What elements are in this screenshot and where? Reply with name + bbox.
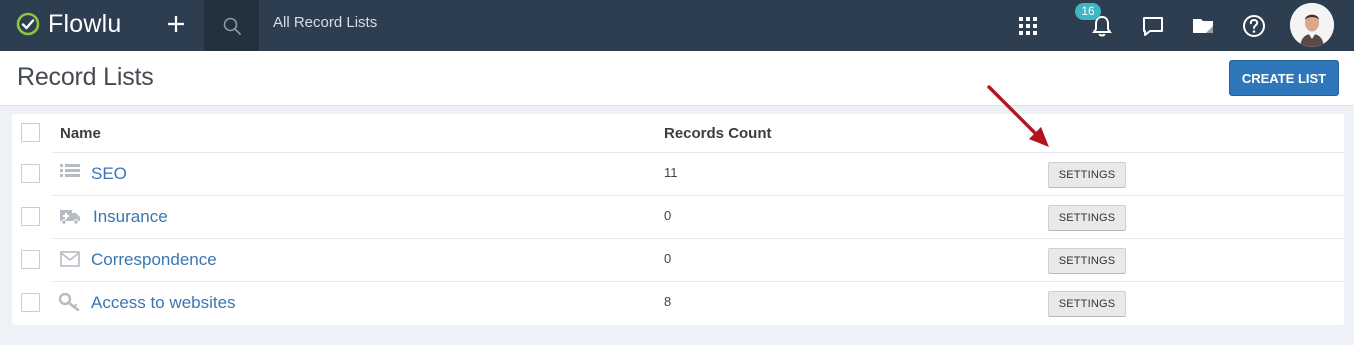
apps-grid-button[interactable]	[1010, 0, 1046, 51]
messages-button[interactable]	[1135, 0, 1171, 51]
list-name-link[interactable]: Insurance	[93, 207, 168, 227]
table-row: Insurance 0 SETTINGS	[12, 196, 1344, 239]
files-button[interactable]	[1185, 0, 1221, 51]
table-row: SEO 11 SETTINGS	[12, 153, 1344, 196]
quick-add-button[interactable]	[162, 8, 190, 40]
select-all-checkbox[interactable]	[21, 123, 40, 142]
row-checkbox[interactable]	[21, 164, 40, 183]
create-list-button[interactable]: CREATE LIST	[1229, 60, 1339, 96]
annotation-arrow-icon	[987, 85, 1049, 147]
user-photo-icon	[1290, 3, 1334, 47]
help-button[interactable]	[1236, 0, 1272, 51]
apps-grid-icon	[1019, 16, 1037, 35]
key-icon	[59, 292, 81, 312]
ambulance-icon	[59, 206, 81, 226]
page-title: Record Lists	[17, 63, 154, 91]
chat-icon	[1143, 16, 1163, 36]
list-name-link[interactable]: SEO	[91, 164, 127, 184]
settings-button[interactable]: SETTINGS	[1048, 162, 1126, 188]
record-lists-table: Name Records Count SEO 11 SETTINGS Insur…	[12, 114, 1344, 325]
row-checkbox[interactable]	[21, 250, 40, 269]
app-name: Flowlu	[48, 9, 122, 38]
top-navigation-bar: Flowlu All Record Lists 16	[0, 0, 1354, 51]
table-header-row: Name Records Count	[12, 114, 1344, 153]
logo-check-icon	[16, 12, 40, 36]
column-header-records-count: Records Count	[664, 125, 772, 142]
envelope-icon	[59, 249, 81, 269]
search-button[interactable]	[204, 0, 259, 51]
records-count: 0	[664, 251, 672, 266]
records-count: 11	[664, 165, 678, 180]
list-icon	[59, 162, 81, 182]
table-row: Access to websites 8 SETTINGS	[12, 282, 1344, 325]
settings-button[interactable]: SETTINGS	[1048, 248, 1126, 274]
plus-icon	[168, 16, 184, 32]
records-count: 0	[664, 208, 672, 223]
user-avatar[interactable]	[1290, 3, 1334, 47]
notifications-count-badge: 16	[1075, 3, 1101, 20]
app-logo[interactable]: Flowlu	[16, 9, 121, 39]
settings-button[interactable]: SETTINGS	[1048, 291, 1126, 317]
list-name-link[interactable]: Correspondence	[91, 250, 217, 270]
row-checkbox[interactable]	[21, 293, 40, 312]
settings-button[interactable]: SETTINGS	[1048, 205, 1126, 231]
breadcrumb: All Record Lists	[273, 14, 378, 31]
help-icon	[1243, 14, 1265, 37]
row-checkbox[interactable]	[21, 207, 40, 226]
search-icon	[223, 17, 241, 35]
records-count: 8	[664, 294, 672, 309]
column-header-name: Name	[60, 125, 101, 142]
page-header: Record Lists CREATE LIST	[0, 51, 1354, 106]
folder-icon	[1193, 18, 1213, 33]
list-name-link[interactable]: Access to websites	[91, 293, 236, 313]
table-row: Correspondence 0 SETTINGS	[12, 239, 1344, 282]
